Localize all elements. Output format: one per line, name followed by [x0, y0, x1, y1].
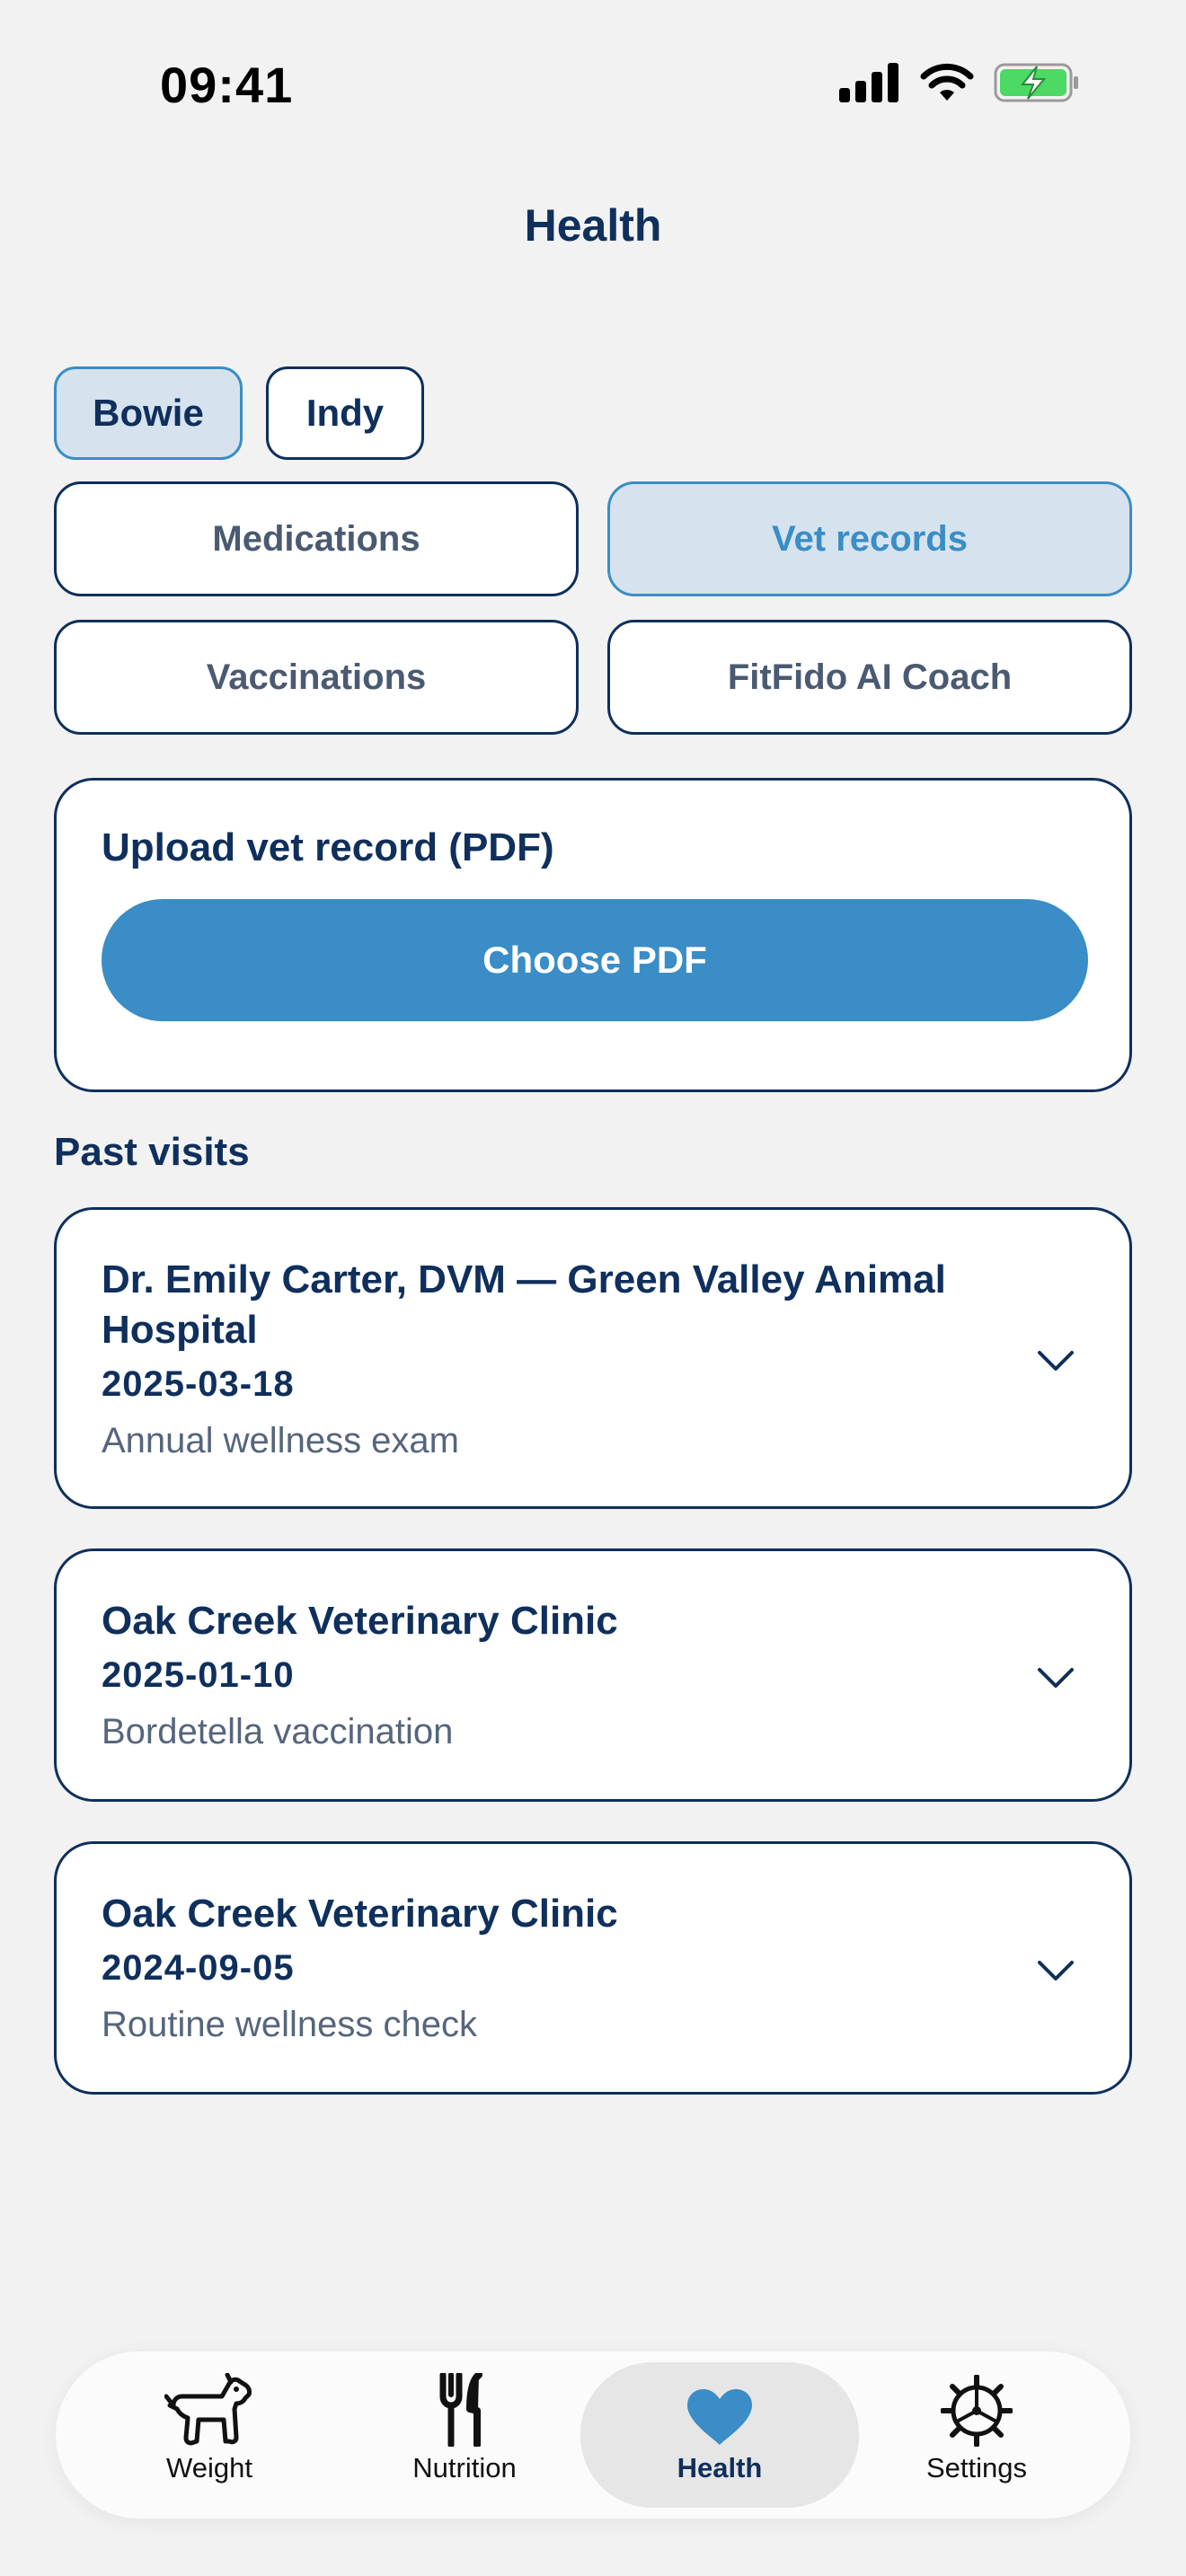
visit-body: Oak Creek Veterinary Clinic 2024-09-05 R…	[102, 1889, 1036, 2045]
fork-knife-icon	[439, 2373, 482, 2447]
upload-title: Upload vet record (PDF)	[102, 825, 554, 869]
visit-clinic-name: Dr. Emily Carter, DVM — Green Valley Ani…	[102, 1257, 946, 1352]
battery-charging-icon	[994, 63, 1078, 102]
visit-date: 2025-03-18	[102, 1364, 295, 1404]
heart-icon	[687, 2389, 752, 2445]
cellular-signal-icon	[839, 63, 898, 102]
past-visits-title: Past visits	[54, 1130, 250, 1174]
visit-body: Dr. Emily Carter, DVM — Green Valley Ani…	[102, 1255, 1036, 1461]
visit-card[interactable]: Dr. Emily Carter, DVM — Green Valley Ani…	[54, 1207, 1132, 1509]
health-screen: 09:41 Health Bowie Indy Medications Vet …	[0, 0, 1186, 2576]
pet-chip-bowie[interactable]: Bowie	[54, 366, 243, 460]
choose-pdf-button[interactable]: Choose PDF	[102, 899, 1088, 1021]
tab-nutrition[interactable]: Nutrition	[325, 2362, 604, 2508]
status-time: 09:41	[160, 57, 294, 113]
visit-date: 2024-09-05	[102, 1948, 295, 1988]
status-icons	[839, 63, 1080, 102]
visit-date: 2025-01-10	[102, 1655, 295, 1695]
dog-icon	[164, 2373, 252, 2446]
tab-label: Settings	[925, 2452, 1027, 2483]
tab-ai-coach[interactable]: FitFido AI Coach	[607, 620, 1132, 735]
tab-weight[interactable]: Weight	[70, 2362, 349, 2508]
pet-chip-indy[interactable]: Indy	[266, 366, 424, 460]
visit-card[interactable]: Oak Creek Veterinary Clinic 2025-01-10 B…	[54, 1548, 1132, 1802]
visit-card[interactable]: Oak Creek Veterinary Clinic 2024-09-05 R…	[54, 1841, 1132, 2095]
visit-clinic-name: Oak Creek Veterinary Clinic	[102, 1892, 618, 1936]
visit-clinic-name: Oak Creek Veterinary Clinic	[102, 1599, 618, 1643]
visit-body: Oak Creek Veterinary Clinic 2025-01-10 B…	[102, 1596, 1036, 1752]
tab-label: Nutrition	[412, 2452, 517, 2483]
tab-settings[interactable]: Settings	[837, 2362, 1116, 2508]
tab-label: Health	[677, 2452, 763, 2483]
visit-description: Routine wellness check	[102, 2005, 477, 2044]
upload-card: Upload vet record (PDF) Choose PDF	[54, 778, 1132, 1092]
tab-vet-records[interactable]: Vet records	[607, 481, 1132, 596]
wifi-icon	[920, 63, 974, 101]
tab-vaccinations[interactable]: Vaccinations	[54, 620, 579, 735]
tab-label: Weight	[166, 2452, 252, 2483]
gear-icon	[941, 2375, 1013, 2447]
page-title: Health	[524, 200, 662, 251]
tab-medications[interactable]: Medications	[54, 481, 579, 596]
bottom-tab-bar: Weight Nutrition Health Settings	[56, 2351, 1130, 2519]
chevron-down-icon[interactable]	[1036, 1959, 1075, 1982]
chevron-down-icon[interactable]	[1036, 1666, 1075, 1689]
visit-description: Annual wellness exam	[102, 1421, 459, 1460]
chevron-down-icon[interactable]	[1036, 1349, 1075, 1372]
visit-description: Bordetella vaccination	[102, 1712, 454, 1751]
tab-health[interactable]: Health	[580, 2362, 859, 2508]
